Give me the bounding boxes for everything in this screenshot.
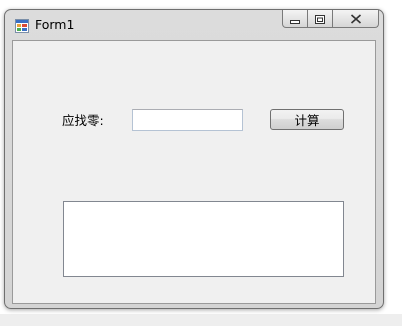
change-input[interactable] (132, 109, 243, 131)
calculate-button[interactable]: 计算 (270, 109, 344, 130)
close-icon (350, 9, 362, 28)
maximize-button[interactable] (308, 10, 333, 28)
form-app-icon[interactable] (15, 18, 29, 33)
form-client-area: 应找零: 计算 (12, 40, 376, 304)
desktop: Form1 应找零: 计算 (0, 0, 402, 326)
minimize-button[interactable] (282, 10, 308, 28)
close-button[interactable] (333, 10, 379, 28)
maximize-icon (315, 9, 325, 28)
output-textbox[interactable] (63, 201, 344, 277)
minimize-icon (290, 9, 300, 28)
window-title: Form1 (35, 17, 75, 32)
desktop-background-strip (0, 314, 402, 326)
change-label: 应找零: (62, 113, 104, 128)
caption-buttons (282, 10, 379, 29)
title-bar[interactable]: Form1 (5, 10, 383, 39)
form-window: Form1 应找零: 计算 (4, 9, 384, 309)
